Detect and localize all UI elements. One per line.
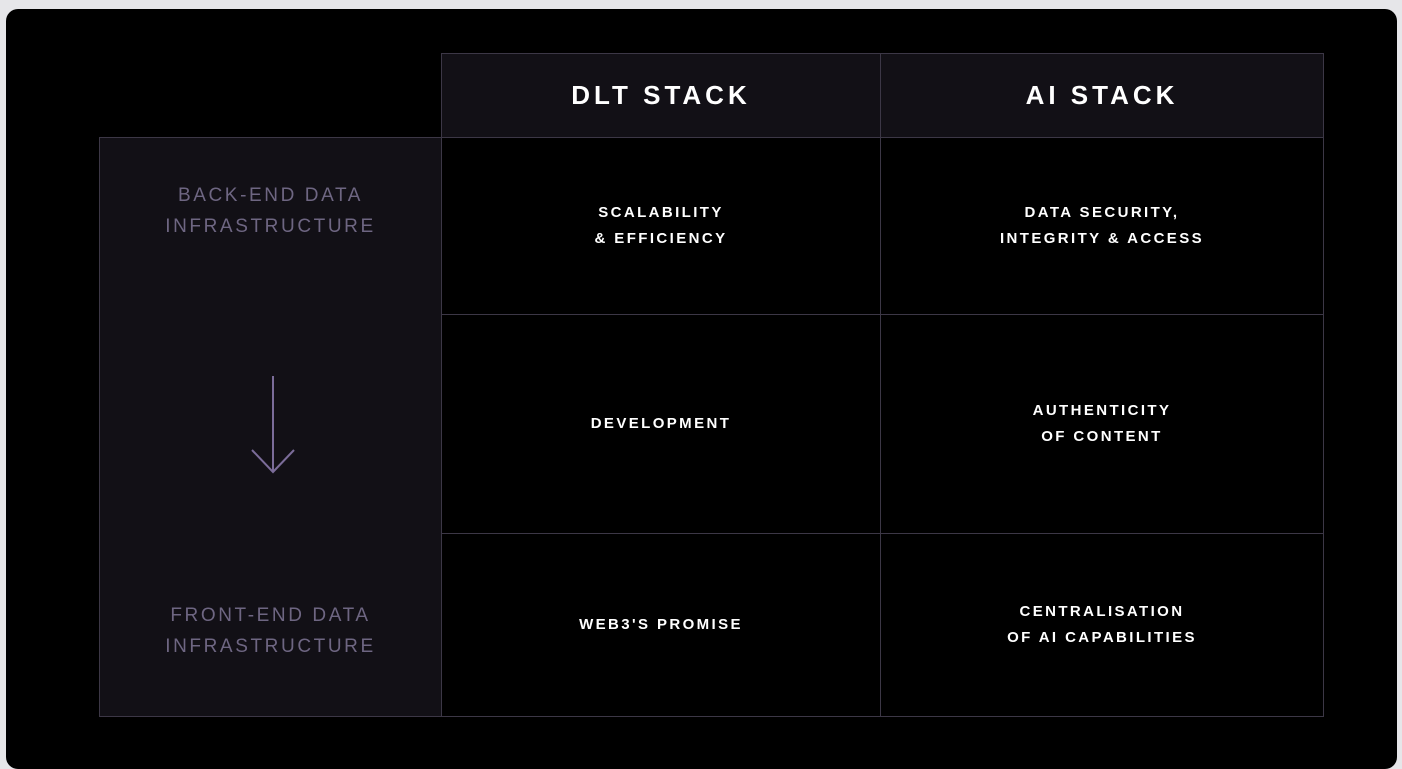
cell-dlt-row-3-text: WEB3'S PROMISE [579, 616, 743, 633]
column-header-dlt-stack: DLT STACK [441, 53, 881, 138]
arrow-down-icon [251, 376, 295, 474]
cell-ai-row-3: CENTRALISATION OF AI CAPABILITIES [880, 533, 1324, 717]
column-header-ai-label: AI STACK [1025, 80, 1179, 110]
cell-dlt-row-2-text: DEVELOPMENT [590, 415, 732, 432]
cell-dlt-row-3: WEB3'S PROMISE [441, 533, 881, 717]
column-header-dlt-label: DLT STACK [571, 80, 751, 110]
cell-ai-row-1: DATA SECURITY, INTEGRITY & ACCESS [880, 137, 1324, 315]
cell-ai-row-3-text: CENTRALISATION OF AI CAPABILITIES [1007, 603, 1197, 646]
infrastructure-axis-panel: BACK-END DATA INFRASTRUCTURE FRONT-END D… [99, 137, 442, 717]
cell-dlt-row-2: DEVELOPMENT [441, 314, 881, 534]
column-header-ai-stack: AI STACK [880, 53, 1324, 138]
cell-ai-row-1-text: DATA SECURITY, INTEGRITY & ACCESS [999, 204, 1205, 247]
diagram-frame: DLT STACK AI STACK BACK-END DATA INFRAST… [6, 9, 1397, 769]
back-end-infrastructure-label: BACK-END DATA INFRASTRUCTURE [165, 185, 376, 237]
cell-ai-row-2: AUTHENTICITY OF CONTENT [880, 314, 1324, 534]
cell-dlt-row-1-text: SCALABILITY & EFFICIENCY [594, 204, 728, 247]
cell-dlt-row-1: SCALABILITY & EFFICIENCY [441, 137, 881, 315]
front-end-infrastructure-label: FRONT-END DATA INFRASTRUCTURE [165, 605, 376, 657]
cell-ai-row-2-text: AUTHENTICITY OF CONTENT [1032, 402, 1172, 445]
